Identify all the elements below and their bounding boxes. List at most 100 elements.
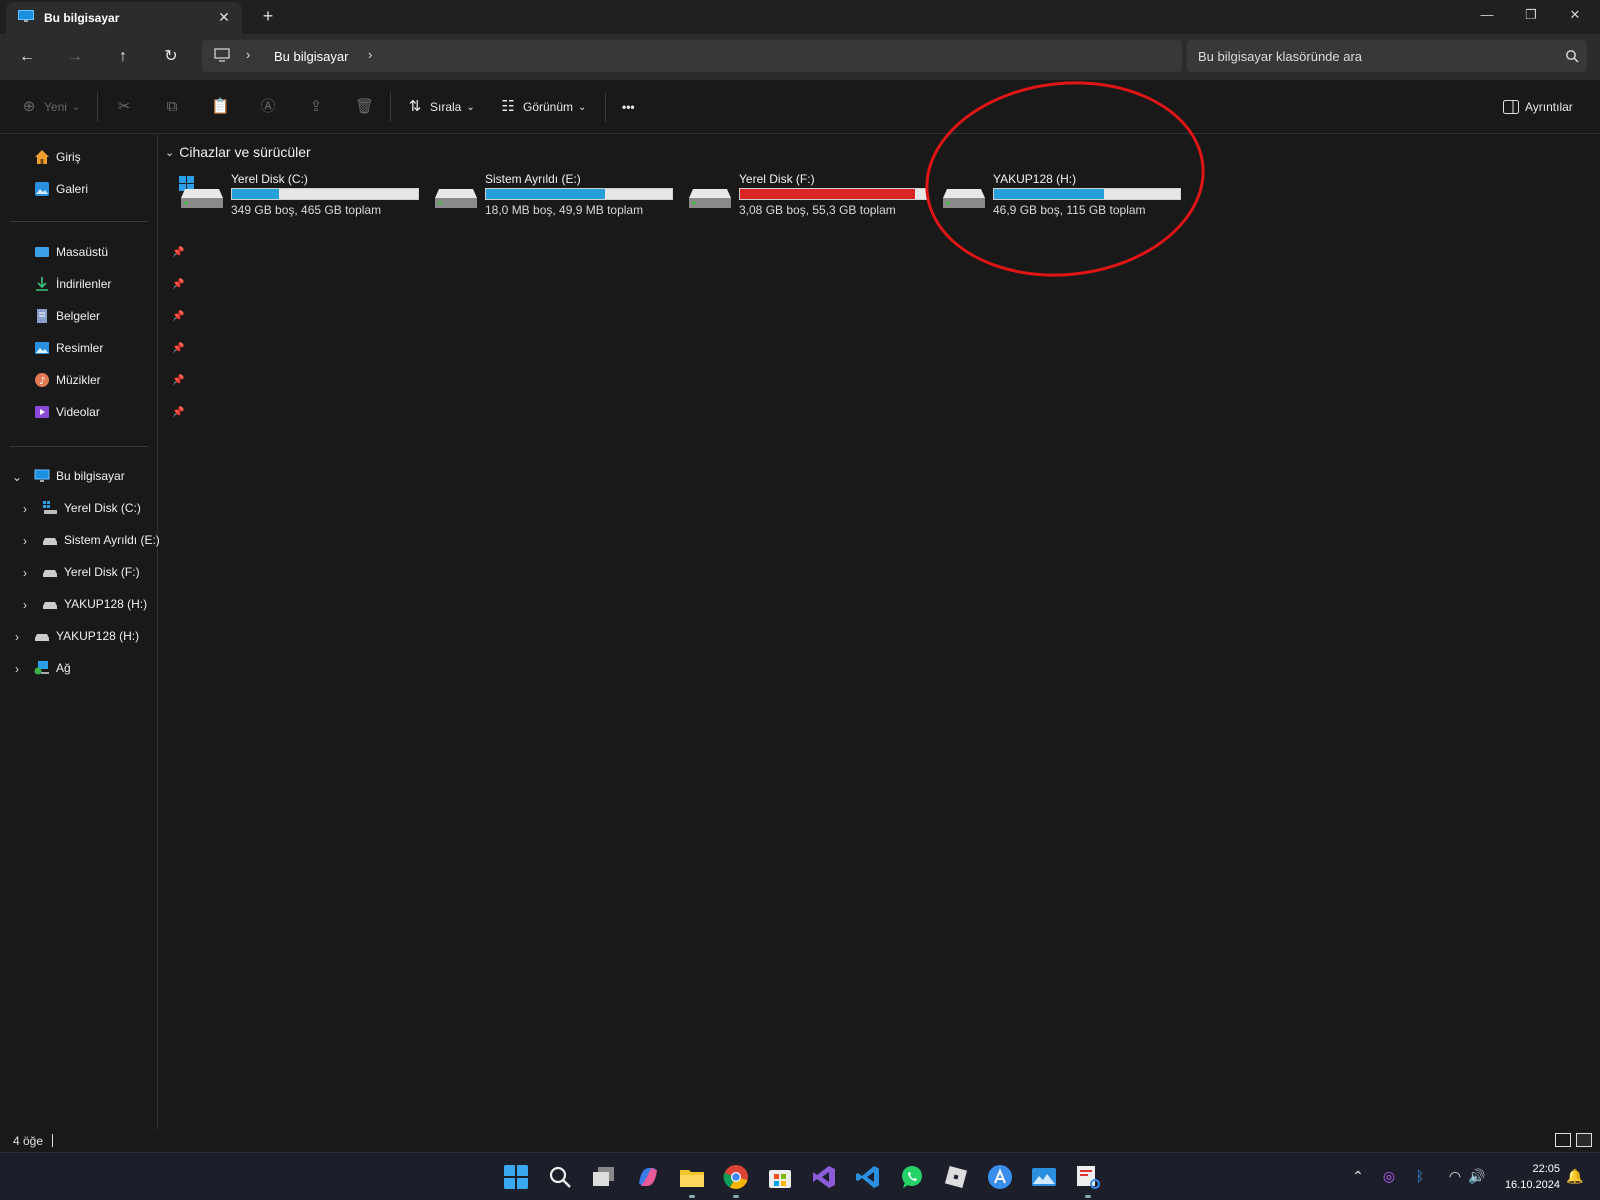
sidebar-item-label: Sistem Ayrıldı (E:) bbox=[64, 533, 160, 547]
vscode-icon[interactable] bbox=[855, 1164, 881, 1190]
search-icon[interactable] bbox=[1565, 49, 1579, 63]
expand-chevron-icon[interactable]: › bbox=[18, 566, 32, 580]
clipboard-icon: 📋 bbox=[211, 98, 230, 115]
copilot-icon[interactable] bbox=[635, 1164, 661, 1190]
navigation-pane: Giriş Galeri Masaüstü 📌 İndirilenler 📌 B… bbox=[0, 134, 184, 1130]
divider bbox=[10, 221, 148, 222]
this-pc-icon bbox=[34, 469, 50, 482]
details-button[interactable]: Ayrıntılar bbox=[1503, 96, 1573, 118]
close-tab-icon[interactable]: ✕ bbox=[216, 9, 232, 25]
chevron-down-icon: ⌄ bbox=[466, 101, 475, 113]
photos-icon[interactable] bbox=[1031, 1164, 1057, 1190]
navigation-bar: ← → ↑ ↻ › Bu bilgisayar › Bu bilgisayar … bbox=[0, 34, 1600, 80]
usage-bar bbox=[485, 188, 673, 200]
drive-icon bbox=[43, 538, 57, 545]
expand-chevron-icon[interactable]: › bbox=[18, 502, 32, 516]
store-icon[interactable] bbox=[767, 1164, 793, 1190]
task-view-icon[interactable] bbox=[591, 1164, 617, 1190]
new-tab-button[interactable]: + bbox=[258, 6, 278, 26]
windows-drive-icon bbox=[179, 176, 223, 208]
breadcrumb[interactable]: Bu bilgisayar bbox=[274, 49, 348, 64]
drive-name: Yerel Disk (C:) bbox=[231, 172, 308, 186]
divider bbox=[390, 92, 391, 122]
divider bbox=[97, 92, 98, 122]
drive-tile-c[interactable]: Yerel Disk (C:) 349 GB boş, 465 GB topla… bbox=[179, 170, 419, 220]
breadcrumb-chevron-icon[interactable]: › bbox=[246, 47, 250, 62]
wifi-icon[interactable]: ◠ bbox=[1446, 1167, 1464, 1185]
sidebar-item-label: Belgeler bbox=[56, 309, 101, 323]
clock-date: 16.10.2024 bbox=[1504, 1179, 1560, 1191]
music-icon: ♪ bbox=[35, 373, 49, 387]
copy-button[interactable]: ⧉ bbox=[163, 96, 181, 118]
close-window-button[interactable]: ✕ bbox=[1561, 4, 1589, 26]
collapse-chevron-icon[interactable]: ⌄ bbox=[10, 470, 24, 484]
more-options-button[interactable]: ••• bbox=[622, 96, 635, 118]
forward-button[interactable]: → bbox=[61, 44, 89, 70]
breadcrumb-chevron-icon[interactable]: › bbox=[368, 47, 372, 62]
pictures-icon bbox=[35, 342, 49, 354]
downloads-icon bbox=[36, 277, 48, 291]
usage-bar bbox=[231, 188, 419, 200]
expand-chevron-icon[interactable]: › bbox=[18, 598, 32, 612]
search-icon[interactable] bbox=[547, 1164, 573, 1190]
refresh-button[interactable]: ↻ bbox=[157, 44, 185, 70]
drive-tile-f[interactable]: Yerel Disk (F:) 3,08 GB boş, 55,3 GB top… bbox=[687, 170, 927, 220]
start-icon[interactable] bbox=[503, 1164, 529, 1190]
file-explorer-icon[interactable] bbox=[679, 1164, 705, 1190]
expand-chevron-icon[interactable]: › bbox=[10, 662, 24, 676]
sidebar-item-label: Masaüstü bbox=[56, 245, 109, 259]
bluetooth-icon[interactable]: ᛒ bbox=[1411, 1167, 1429, 1185]
paste-button[interactable]: 📋 bbox=[211, 96, 230, 118]
content-pane: ⌄ Cihazlar ve sürücüler Yerel Disk (C:) … bbox=[159, 67, 1600, 1130]
roblox-icon[interactable] bbox=[943, 1164, 969, 1190]
drive-icon bbox=[43, 570, 57, 577]
new-button[interactable]: ⊕ Yeni ⌄ bbox=[20, 96, 81, 118]
app-store-icon[interactable] bbox=[987, 1164, 1013, 1190]
details-pane-icon bbox=[1503, 100, 1519, 114]
this-pc-icon bbox=[18, 10, 34, 22]
documents-icon bbox=[37, 309, 47, 323]
expand-chevron-icon[interactable]: › bbox=[18, 534, 32, 548]
delete-button[interactable]: 🗑 bbox=[355, 96, 374, 118]
title-bar: Bu bilgisayar ✕ + — ❐ ✕ bbox=[0, 0, 1600, 34]
sidebar-item-label: YAKUP128 (H:) bbox=[56, 629, 140, 643]
drive-capacity: 3,08 GB boş, 55,3 GB toplam bbox=[739, 203, 896, 217]
back-button[interactable]: ← bbox=[13, 44, 41, 70]
drive-capacity: 349 GB boş, 465 GB toplam bbox=[231, 203, 382, 217]
tab-title: Bu bilgisayar bbox=[44, 11, 120, 25]
drive-tile-e[interactable]: Sistem Ayrıldı (E:) 18,0 MB boş, 49,9 MB… bbox=[433, 170, 673, 220]
notifications-icon[interactable]: 🔔 bbox=[1566, 1167, 1584, 1185]
expand-chevron-icon[interactable]: › bbox=[10, 630, 24, 644]
sidebar-item-label: Galeri bbox=[56, 182, 89, 196]
address-bar[interactable]: › Bu bilgisayar › bbox=[202, 40, 1182, 72]
view-button[interactable]: ☷ Görünüm ⌄ bbox=[499, 96, 586, 118]
up-button[interactable]: ↑ bbox=[109, 44, 137, 70]
group-header-devices[interactable]: ⌄ Cihazlar ve sürücüler bbox=[165, 144, 311, 160]
visual-studio-icon[interactable] bbox=[811, 1164, 837, 1190]
instagram-tray-icon[interactable]: ◎ bbox=[1380, 1167, 1398, 1185]
show-hidden-icons-icon[interactable]: ⌃ bbox=[1349, 1167, 1367, 1185]
sidebar-item-label: Yerel Disk (C:) bbox=[64, 501, 141, 515]
sort-button[interactable]: ⇅ Sırala ⌄ bbox=[406, 96, 475, 118]
maximize-button[interactable]: ❐ bbox=[1517, 4, 1545, 26]
details-view-icon[interactable] bbox=[1555, 1133, 1571, 1147]
search-input[interactable]: Bu bilgisayar klasöründe ara bbox=[1187, 40, 1587, 72]
whatsapp-icon[interactable] bbox=[899, 1164, 925, 1190]
cut-button[interactable]: ✂ bbox=[115, 96, 133, 118]
status-divider bbox=[52, 1134, 53, 1147]
view-layout-icon: ☷ bbox=[501, 98, 515, 115]
minimize-button[interactable]: — bbox=[1473, 4, 1501, 26]
share-button[interactable]: ⇪ bbox=[307, 96, 325, 118]
volume-icon[interactable]: 🔊 bbox=[1468, 1167, 1486, 1185]
system-clock[interactable]: 22:05 16.10.2024 bbox=[1496, 1161, 1560, 1193]
usage-fill bbox=[486, 189, 606, 199]
snipping-tool-icon[interactable] bbox=[1075, 1164, 1101, 1190]
search-placeholder: Bu bilgisayar klasöründe ara bbox=[1198, 49, 1363, 64]
network-icon bbox=[34, 661, 49, 675]
rename-button[interactable]: Ⓐ bbox=[259, 96, 277, 118]
sort-icon: ⇅ bbox=[408, 98, 422, 115]
tab-this-pc[interactable]: Bu bilgisayar ✕ bbox=[6, 2, 242, 34]
chrome-icon[interactable] bbox=[723, 1164, 749, 1190]
tiles-view-icon[interactable] bbox=[1576, 1133, 1592, 1147]
details-label: Ayrıntılar bbox=[1525, 100, 1573, 114]
